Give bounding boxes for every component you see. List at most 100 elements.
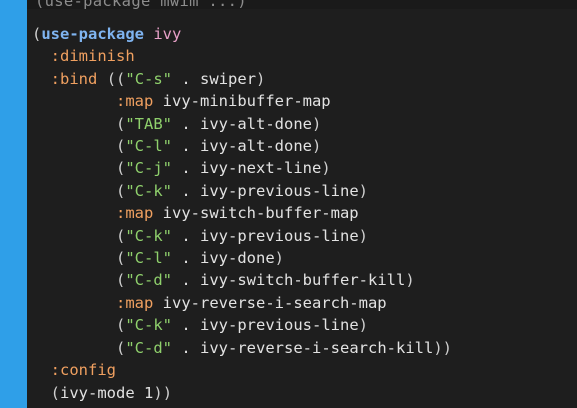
previous-line-text: (use-package mwim ...) <box>35 0 247 9</box>
key-string: "C-k" <box>125 316 173 335</box>
keymap-name: ivy-minibuffer-map <box>162 92 331 111</box>
command-name: ivy-alt-done <box>200 114 312 133</box>
paren: ( <box>116 159 126 178</box>
editor-window: (use-package mwim ...) (use-package ivy … <box>0 0 577 408</box>
key-string: "C-k" <box>125 181 173 200</box>
previous-line-fragment: (use-package mwim ...) <box>27 0 577 9</box>
keyword-arg: :map <box>116 92 154 111</box>
cons-dot: . <box>172 316 201 335</box>
keyword-arg: :config <box>50 361 116 380</box>
paren: ) <box>256 69 266 88</box>
command-name: swiper <box>200 69 257 88</box>
code-editor[interactable]: (use-package ivy :diminish :bind (("C-s"… <box>27 9 577 408</box>
cons-dot: . <box>172 249 201 268</box>
paren: )) <box>153 383 173 402</box>
code-line: ("C-d" . ivy-switch-buffer-kill) <box>32 271 415 289</box>
paren: ) <box>312 137 322 156</box>
keyword-arg: :map <box>116 204 154 223</box>
gutter-accent-bar <box>0 0 27 408</box>
keymap-name: ivy-reverse-i-search-map <box>162 293 387 312</box>
code-line: :map ivy-minibuffer-map <box>32 92 331 110</box>
key-string: "C-s" <box>125 69 173 88</box>
key-string: "TAB" <box>125 114 173 133</box>
code-line: ("C-j" . ivy-next-line) <box>32 159 331 177</box>
command-name: ivy-reverse-i-search-kill <box>200 338 434 357</box>
code-line: ("C-l" . ivy-alt-done) <box>32 137 321 155</box>
paren: ( <box>116 137 126 156</box>
paren: (( <box>106 69 126 88</box>
code-line: ("C-k" . ivy-previous-line) <box>32 316 368 334</box>
command-name: ivy-done <box>200 249 275 268</box>
cons-dot: . <box>172 114 201 133</box>
paren: ) <box>321 159 331 178</box>
command-name: ivy-previous-line <box>200 226 359 245</box>
paren: ( <box>116 226 126 245</box>
paren: ) <box>358 316 368 335</box>
code-line: :config <box>32 361 116 379</box>
code-line: (ivy-mode 1)) <box>32 384 172 402</box>
cons-dot: . <box>172 226 201 245</box>
paren: ( <box>116 181 126 200</box>
command-name: ivy-alt-done <box>200 137 312 156</box>
paren: ) <box>358 226 368 245</box>
code-line: ("C-k" . ivy-previous-line) <box>32 227 368 245</box>
code-line: :map ivy-switch-buffer-map <box>32 204 359 222</box>
key-string: "C-j" <box>125 159 173 178</box>
paren: ( <box>116 249 126 268</box>
paren: ) <box>312 114 322 133</box>
paren: ) <box>358 181 368 200</box>
keymap-name: ivy-switch-buffer-map <box>162 204 359 223</box>
key-string: "C-l" <box>125 137 173 156</box>
paren: ) <box>405 271 415 290</box>
keyword-arg: :bind <box>50 69 98 88</box>
key-string: "C-k" <box>125 226 173 245</box>
key-string: "C-l" <box>125 249 173 268</box>
cons-dot: . <box>172 159 201 178</box>
paren: ( <box>32 25 42 43</box>
code-line: ("TAB" . ivy-alt-done) <box>32 115 321 133</box>
code-line: :diminish <box>32 47 135 65</box>
key-string: "C-d" <box>125 338 173 357</box>
paren: ( <box>116 271 126 290</box>
paren: ) <box>274 249 285 268</box>
keyword-arg: :map <box>116 293 154 312</box>
paren: ( <box>116 114 126 133</box>
code-line: ("C-l" . ivy-done) <box>32 249 284 267</box>
function-name: ivy-mode <box>60 383 135 402</box>
macro-keyword: use-package <box>41 25 144 43</box>
code-block[interactable]: (use-package ivy :diminish :bind (("C-s"… <box>32 23 452 404</box>
cons-dot: . <box>172 338 201 357</box>
paren: ( <box>116 338 126 357</box>
code-line: ("C-k" . ivy-previous-line) <box>32 182 368 200</box>
cons-dot: . <box>172 69 201 88</box>
command-name: ivy-switch-buffer-kill <box>200 271 406 290</box>
cons-dot: . <box>172 271 201 290</box>
cons-dot: . <box>172 137 201 156</box>
command-name: ivy-previous-line <box>200 181 359 200</box>
code-line: :map ivy-reverse-i-search-map <box>32 294 387 312</box>
paren: )) <box>433 338 452 357</box>
package-name: ivy <box>153 25 182 43</box>
